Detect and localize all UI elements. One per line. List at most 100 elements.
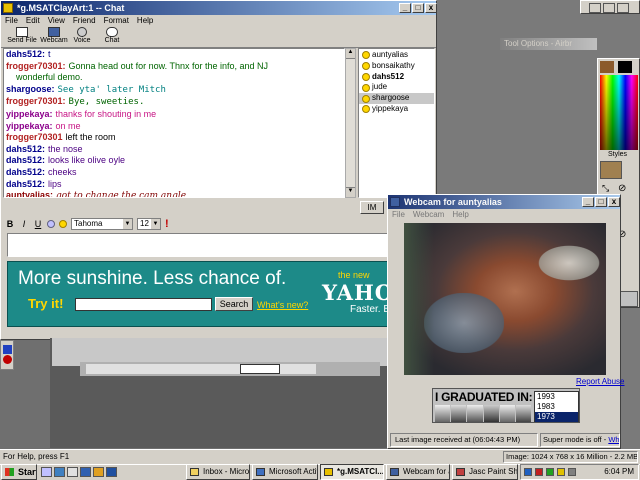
task-webcam[interactable]: Webcam for a... (386, 464, 450, 480)
ad-headline: More sunshine. Less chance of. (18, 268, 287, 289)
user-list-item[interactable]: auntyalias (359, 50, 434, 61)
year-option[interactable]: 1983 (535, 402, 578, 412)
quick-launch-icon[interactable] (54, 467, 65, 477)
menu-file[interactable]: File (5, 15, 18, 27)
year-list[interactable]: 1993 1983 1973 (534, 391, 579, 422)
webcam-menu-help[interactable]: Help (452, 209, 468, 221)
null-style-icon[interactable]: ⊘ (618, 183, 626, 194)
user-list-item[interactable]: shargoose (359, 93, 434, 104)
message-text: Gonna head out for now. Thnx for the inf… (68, 60, 268, 71)
menu-edit[interactable]: Edit (26, 15, 40, 27)
underline-button[interactable]: U (33, 219, 43, 229)
message-nick[interactable]: dahs512: (6, 179, 45, 189)
transcript-scrollbar[interactable]: ▲ ▼ (345, 48, 356, 198)
year-option-selected[interactable]: 1973 (535, 412, 578, 422)
ad-whats-new-link[interactable]: What's new? (257, 300, 308, 310)
chat-title-bar[interactable]: *g.MSATClayArt:1 -- Chat (1, 1, 436, 15)
user-list-item[interactable]: yippekaya (359, 104, 434, 115)
menu-help[interactable]: Help (137, 15, 153, 27)
report-abuse-link[interactable]: Report Abuse (576, 377, 624, 386)
task-chat[interactable]: *g.MSATCl... (320, 464, 384, 480)
bold-button[interactable]: B (5, 219, 15, 229)
color-picker-spectrum[interactable] (600, 75, 638, 150)
webcam-close-button[interactable]: x (608, 197, 620, 207)
ad-banner[interactable]: More sunshine. Less chance of. Try it! S… (7, 261, 435, 327)
whats-this-link[interactable]: What's this? (608, 435, 619, 444)
task-inbox[interactable]: Inbox - Micros... (186, 464, 250, 480)
clock[interactable]: 6:04 PM (604, 465, 634, 479)
user-list[interactable]: auntyalias bonsaikathy dahs512 jude shargoos… (358, 48, 435, 198)
webcam-menu-file[interactable]: File (392, 209, 405, 221)
message-nick[interactable]: yippekaya: (6, 109, 53, 119)
font-select[interactable]: Tahoma ▼ (71, 218, 133, 230)
message-nick[interactable]: yippekaya: (6, 121, 53, 131)
windows-logo-icon (5, 468, 14, 476)
message-nick[interactable]: dahs512: (6, 144, 45, 154)
tray-icon[interactable] (524, 468, 532, 476)
grad-ad-banner[interactable]: I GRADUATED IN: 1993 1983 1973 (432, 388, 580, 423)
color-icon[interactable] (47, 220, 55, 228)
message-nick[interactable]: dahs512: (6, 167, 45, 177)
super-mode-text: Super mode is off - (543, 435, 607, 444)
swap-arrow-icon[interactable]: ⤡ (602, 183, 609, 194)
send-file-button[interactable]: Send File (7, 27, 37, 44)
chat-message: dahs512: looks like olive oyle (4, 155, 344, 167)
menu-view[interactable]: View (48, 15, 65, 27)
alert-icon[interactable]: ! (165, 218, 169, 230)
im-button[interactable]: IM (360, 201, 384, 214)
color-swatch-fg[interactable] (600, 61, 614, 73)
quick-launch-icon[interactable] (67, 467, 78, 477)
ad-search-input[interactable] (75, 298, 212, 311)
chat-button[interactable]: Chat (101, 27, 123, 44)
chat-transcript[interactable]: dahs512: t frogger70301: Gonna head out for… (3, 48, 345, 198)
close-icon[interactable] (617, 3, 629, 13)
webcam-minimize-button[interactable]: _ (582, 197, 594, 207)
message-text: Bye, sweeties. (68, 97, 145, 108)
task-microsoft-active[interactable]: Microsoft Activ... (252, 464, 318, 480)
minimize-icon[interactable] (589, 3, 601, 13)
user-smiley-icon (362, 51, 370, 60)
user-list-item[interactable]: dahs512 (359, 72, 434, 83)
menu-format[interactable]: Format (104, 15, 129, 27)
chat-message: frogger70301 left the room (4, 132, 344, 144)
task-paint-shop[interactable]: Jasc Paint Sho... (452, 464, 518, 480)
menu-friend[interactable]: Friend (73, 15, 96, 27)
maximize-button[interactable]: □ (412, 3, 424, 13)
quick-launch-icon[interactable] (80, 467, 91, 477)
message-nick[interactable]: dahs512: (6, 155, 45, 165)
close-button[interactable]: x (425, 3, 437, 13)
message-nick[interactable]: frogger70301: (6, 61, 66, 71)
quick-launch-icon[interactable] (41, 467, 52, 477)
webcam-button[interactable]: Webcam (39, 27, 69, 44)
tool-options-title[interactable]: Tool Options - Airbr (500, 38, 597, 50)
speaker-icon[interactable] (568, 468, 576, 476)
year-option[interactable]: 1993 (535, 392, 578, 402)
user-list-item[interactable]: bonsaikathy (359, 61, 434, 72)
italic-button[interactable]: I (19, 219, 29, 229)
quick-launch-icon[interactable] (93, 467, 104, 477)
minimize-button[interactable]: _ (399, 3, 411, 13)
webcam-menu-webcam[interactable]: Webcam (413, 209, 444, 221)
message-nick[interactable]: frogger70301: (6, 96, 66, 106)
restore-icon[interactable] (603, 3, 615, 13)
panel-scroll-button[interactable] (620, 291, 638, 307)
style-swatch[interactable] (600, 161, 622, 179)
quick-launch-icon[interactable] (106, 467, 117, 477)
message-input[interactable] (7, 233, 435, 257)
voice-button[interactable]: Voice (71, 27, 93, 44)
message-nick[interactable]: auntyalias: (6, 190, 53, 197)
tray-icon[interactable] (557, 468, 565, 476)
ad-search-button[interactable]: Search (215, 297, 253, 311)
webcam-maximize-button[interactable]: □ (595, 197, 607, 207)
user-list-item[interactable]: jude (359, 82, 434, 93)
tray-icon[interactable] (535, 468, 543, 476)
size-select[interactable]: 12 ▼ (137, 218, 161, 230)
color-swatch-bg[interactable] (618, 61, 632, 73)
chat-message: dahs512: cheeks (4, 167, 344, 179)
message-nick[interactable]: frogger70301 (6, 132, 63, 142)
message-nick[interactable]: dahs512: (6, 49, 45, 59)
message-nick[interactable]: shargoose: (6, 84, 55, 94)
tray-icon[interactable] (546, 468, 554, 476)
smiley-icon[interactable] (59, 220, 67, 228)
start-button[interactable]: Start (1, 464, 37, 480)
